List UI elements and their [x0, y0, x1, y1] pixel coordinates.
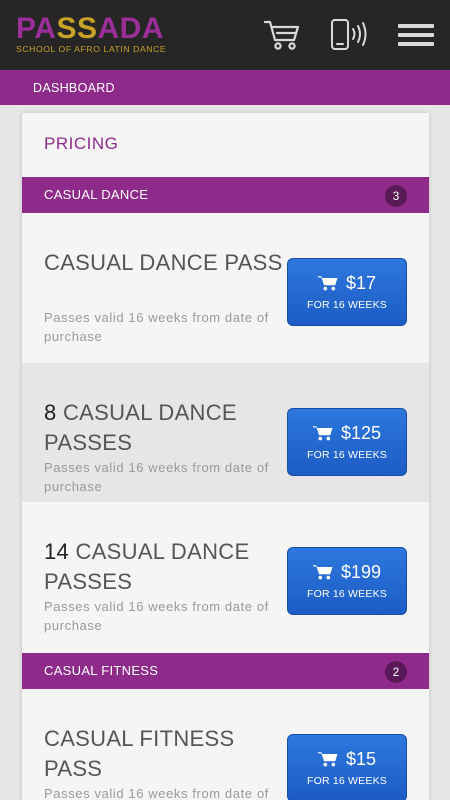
buy-pass-button[interactable]: $15 FOR 16 WEEKS [287, 734, 407, 800]
pass-title: CASUAL DANCE PASS [44, 250, 283, 275]
logo-wordmark: PASSADA [16, 12, 164, 45]
price-label: $199 [340, 562, 382, 582]
buy-pass-button[interactable]: $17 FOR 16 WEEKS [287, 258, 407, 326]
phone-icon[interactable] [328, 15, 370, 55]
pricing-card: PRICING CASUAL DANCE 3 CASUAL DANCE PASS… [22, 113, 429, 800]
cart-icon [312, 565, 333, 580]
validity-label: FOR 16 WEEKS [306, 775, 387, 787]
page-title: PRICING [44, 134, 119, 153]
price-label: $125 [340, 423, 382, 443]
pass-row: 14 CASUAL DANCE PASSES Passes valid 16 w… [22, 502, 429, 641]
pass-row: CASUAL DANCE PASS Passes valid 16 weeks … [22, 213, 429, 352]
validity-label: FOR 16 WEEKS [306, 449, 387, 461]
price-label: $17 [345, 273, 377, 293]
pass-title: 8 CASUAL DANCE PASSES [44, 400, 237, 455]
passada-logo[interactable]: PASSADA SCHOOL OF AFRO LATIN DANCE [16, 14, 186, 58]
app-header: PASSADA SCHOOL OF AFRO LATIN DANCE [0, 0, 450, 70]
pass-title: 14 CASUAL DANCE PASSES [44, 539, 250, 594]
cart-icon [317, 752, 338, 767]
section-header-casual-dance[interactable]: CASUAL DANCE 3 [22, 177, 429, 213]
pass-description: Passes valid 16 weeks from date of purch… [44, 310, 269, 344]
pass-description: Passes valid 16 weeks from date of purch… [44, 460, 269, 494]
count-badge: 3 [385, 185, 407, 207]
section-label: CASUAL DANCE [44, 187, 149, 202]
cart-icon [312, 426, 333, 441]
pass-description: Passes valid 16 weeks from date of purch… [44, 786, 269, 800]
validity-label: FOR 16 WEEKS [306, 299, 387, 311]
logo-tagline: SCHOOL OF AFRO LATIN DANCE [16, 44, 167, 54]
breadcrumb-bar: DASHBOARD [0, 70, 450, 105]
pass-row: CASUAL FITNESS PASS Passes valid 16 week… [22, 689, 429, 800]
dashboard-link[interactable]: DASHBOARD [33, 70, 115, 107]
validity-label: FOR 16 WEEKS [306, 588, 387, 600]
count-badge: 2 [385, 661, 407, 683]
pass-row: 8 CASUAL DANCE PASSES Passes valid 16 we… [22, 363, 429, 502]
pass-title: CASUAL FITNESS PASS [44, 726, 235, 781]
buy-pass-button[interactable]: $125 FOR 16 WEEKS [287, 408, 407, 476]
buy-pass-button[interactable]: $199 FOR 16 WEEKS [287, 547, 407, 615]
section-header-casual-fitness[interactable]: CASUAL FITNESS 2 [22, 653, 429, 689]
price-label: $15 [345, 749, 377, 769]
pass-description: Passes valid 16 weeks from date of purch… [44, 599, 269, 633]
section-label: CASUAL FITNESS [44, 663, 159, 678]
cart-icon[interactable] [262, 15, 302, 55]
hamburger-menu-icon[interactable] [397, 15, 435, 55]
cart-icon [317, 276, 338, 291]
